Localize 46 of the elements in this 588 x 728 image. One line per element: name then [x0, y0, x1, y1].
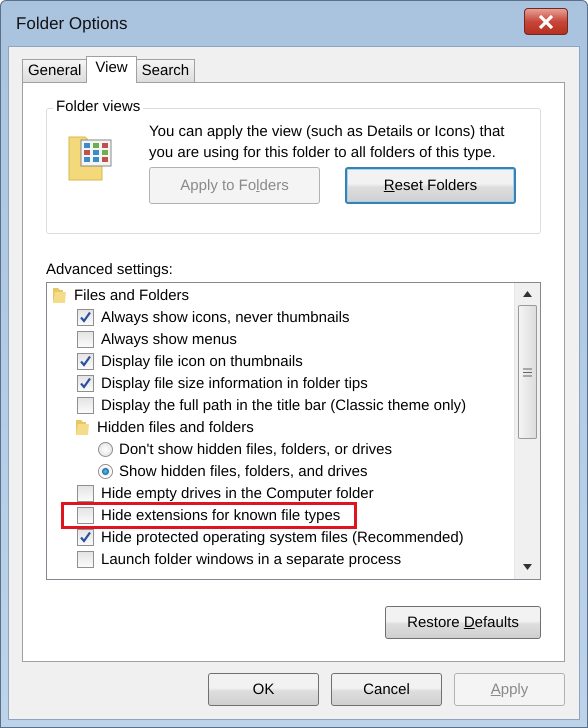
checkbox[interactable] [77, 396, 94, 414]
option-label: Always show icons, never thumbnails [101, 308, 350, 326]
checkbox[interactable] [77, 484, 94, 502]
tab[interactable]: View [86, 56, 137, 83]
radio-button[interactable] [98, 442, 113, 456]
section-label: Advanced settings: [46, 261, 174, 278]
option-label: Launch folder windows in a separate process [101, 550, 402, 568]
option-label: Display file icon on thumbnails [101, 352, 303, 370]
scroll-up-icon[interactable] [523, 291, 532, 297]
dialog-button[interactable]: Cancel [331, 673, 442, 706]
checkbox[interactable] [77, 374, 94, 392]
scrollbar[interactable] [514, 283, 540, 579]
option-label: Hide extensions for known file types [101, 506, 340, 524]
group-label: Files and Folders [74, 286, 190, 304]
checkbox[interactable] [77, 330, 94, 348]
close-icon [538, 14, 554, 28]
scroll-thumb[interactable] [518, 305, 537, 439]
checkbox[interactable] [77, 352, 94, 370]
folder-button[interactable]: Reset Folders [345, 167, 516, 204]
checkbox[interactable] [77, 506, 94, 524]
checkbox[interactable] [77, 550, 94, 568]
option-label: Always show menus [101, 330, 237, 348]
group-label: Hidden files and folders [97, 418, 254, 436]
window-title: Folder Options [16, 14, 128, 34]
option-label: Hide empty drives in the Computer folder [101, 484, 374, 502]
option-label: Don't show hidden files, folders, or drives [119, 440, 392, 458]
option-label: Hide protected operating system files (Recommended) [101, 528, 464, 546]
check-icon [79, 354, 92, 368]
check-icon [79, 376, 92, 390]
option-label: Display the full path in the title bar (Classic theme only) [101, 396, 466, 414]
check-icon [79, 310, 92, 324]
close-button[interactable] [524, 8, 568, 35]
checkbox[interactable] [77, 308, 94, 326]
description-text: You can apply the view (such as Details or Icons) that you are using for this folder to all folders of this type. [149, 122, 506, 163]
radio-button[interactable] [98, 464, 113, 478]
tab[interactable]: General [22, 59, 88, 82]
scroll-down-icon[interactable] [523, 564, 532, 570]
folder-icon [75, 418, 91, 436]
folder-icon [52, 286, 68, 304]
tab[interactable]: Search [136, 59, 196, 82]
option-label: Show hidden files, folders, and drives [119, 462, 368, 480]
option-label: Display file size information in folder tips [101, 374, 368, 392]
check-icon [79, 530, 92, 544]
checkbox[interactable] [77, 528, 94, 546]
dialog-button[interactable]: OK [208, 673, 319, 706]
restore-defaults-button[interactable]: Restore Defaults [385, 606, 541, 639]
